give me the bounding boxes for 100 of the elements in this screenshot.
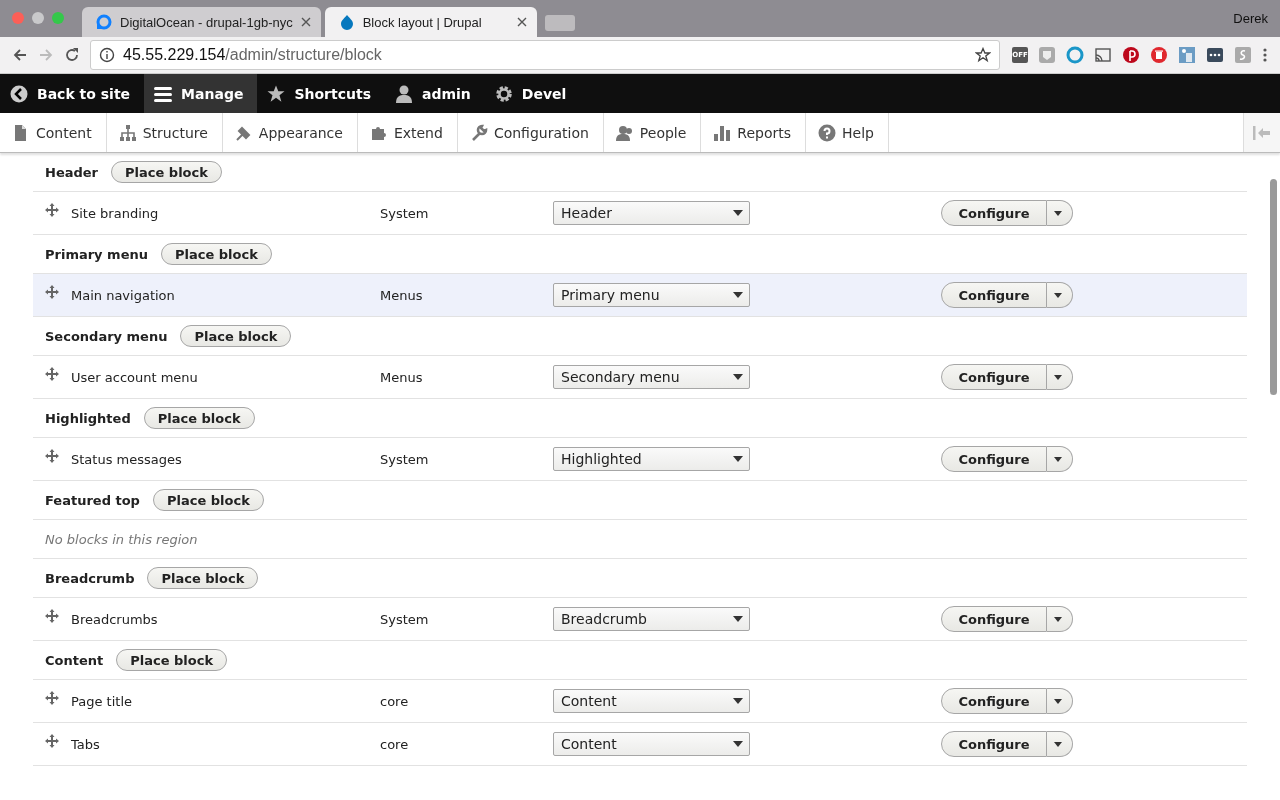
close-icon[interactable]	[516, 17, 527, 27]
dropdown-toggle-button[interactable]	[1047, 282, 1073, 308]
region-title: Content	[45, 652, 104, 668]
tray-item[interactable]: People	[603, 113, 702, 152]
dropdown-toggle-button[interactable]	[1047, 364, 1073, 390]
url-path: /admin/structure/block	[225, 46, 382, 64]
caret-icon	[1054, 741, 1062, 747]
region-select[interactable]: Secondary menu	[553, 365, 750, 389]
drag-handle-icon[interactable]	[45, 449, 59, 463]
region-select[interactable]: Primary menu	[553, 283, 750, 307]
configure-button[interactable]: Configure	[941, 200, 1047, 226]
address-field[interactable]: 45.55.229.154/admin/structure/block	[90, 40, 1000, 70]
star-icon[interactable]	[975, 47, 991, 63]
dropdown-toggle-button[interactable]	[1047, 606, 1073, 632]
configure-button[interactable]: Configure	[941, 446, 1047, 472]
tray-item[interactable]: Appearance	[222, 113, 358, 152]
block-name: Main navigation	[71, 287, 175, 303]
region-select[interactable]: Content	[553, 689, 750, 713]
url-host: 45.55.229.154	[123, 46, 226, 64]
toolbar-tab[interactable]: Manage	[144, 74, 258, 113]
dropdown-toggle-button[interactable]	[1047, 688, 1073, 714]
tab-title: Block layout | Drupal	[362, 14, 483, 30]
drag-handle-icon[interactable]	[45, 734, 59, 748]
collapse-icon	[1253, 125, 1271, 140]
block-name: Site branding	[71, 205, 159, 221]
place-block-button[interactable]: Place block	[161, 243, 272, 265]
dropdown-toggle-button[interactable]	[1047, 446, 1073, 472]
extension-icon[interactable]	[1150, 46, 1168, 64]
extension-icon[interactable]	[1122, 46, 1140, 64]
toolbar-tab[interactable]: Shortcuts	[257, 74, 385, 113]
window-control-icon	[12, 11, 24, 24]
info-icon	[99, 47, 115, 63]
configure-button[interactable]: Configure	[941, 731, 1047, 757]
extension-icon[interactable]	[1094, 46, 1112, 64]
block-category: System	[380, 611, 429, 627]
drag-handle-icon[interactable]	[45, 367, 59, 381]
caret-icon	[1054, 616, 1062, 622]
region-select[interactable]: Highlighted	[553, 447, 750, 471]
place-block-button[interactable]: Place block	[111, 161, 222, 183]
drag-handle-icon[interactable]	[45, 691, 59, 705]
toolbar-tab[interactable]: Back to site	[0, 74, 145, 113]
block-category: core	[380, 736, 409, 752]
region-select[interactable]: Content	[553, 732, 750, 756]
block-name: User account menu	[71, 369, 198, 385]
tray-item[interactable]: Configuration	[457, 113, 604, 152]
region-select[interactable]: Header	[553, 201, 750, 225]
place-block-button[interactable]: Place block	[180, 325, 292, 347]
bar-chart-icon	[713, 123, 732, 142]
help-icon	[818, 123, 837, 142]
window-control-icon	[52, 11, 64, 24]
configure-button[interactable]: Configure	[941, 606, 1047, 632]
scrollbar-thumb[interactable]	[1270, 179, 1277, 395]
extension-icon[interactable]	[1206, 46, 1224, 64]
tray-item[interactable]: Content	[0, 113, 107, 152]
tray-item[interactable]: Reports	[701, 113, 807, 152]
place-block-button[interactable]: Place block	[116, 649, 228, 671]
caret-icon	[1054, 374, 1062, 380]
drag-handle-icon[interactable]	[45, 285, 59, 299]
tray-item[interactable]: Extend	[357, 113, 458, 152]
place-block-button[interactable]: Place block	[143, 407, 255, 429]
drag-handle-icon[interactable]	[45, 609, 59, 623]
menu-icon	[154, 84, 173, 103]
region-title: Secondary menu	[45, 328, 168, 344]
block-category: Menus	[380, 287, 423, 303]
dropdown-toggle-button[interactable]	[1047, 731, 1073, 757]
drag-handle-icon[interactable]	[45, 203, 59, 217]
region-select[interactable]: Breadcrumb	[553, 607, 750, 631]
drop-logo-icon	[338, 14, 355, 30]
block-name: Tabs	[71, 736, 100, 752]
toolbar-tab[interactable]: Devel	[484, 74, 581, 113]
window-control-icon	[32, 11, 44, 24]
place-block-button[interactable]: Place block	[152, 489, 264, 511]
browser-tab[interactable]: Block layout | Drupal	[324, 7, 537, 37]
browser-tab[interactable]: DigitalOcean - drupal-1gb-nyc	[82, 7, 321, 37]
settings-icon	[494, 84, 513, 103]
configure-button[interactable]: Configure	[941, 282, 1047, 308]
region-title: Primary menu	[45, 246, 148, 262]
caret-icon	[733, 292, 743, 298]
back-icon[interactable]	[12, 47, 28, 63]
toolbar-tab[interactable]: admin	[385, 74, 485, 113]
caret-icon	[1054, 210, 1062, 216]
reload-icon[interactable]	[64, 47, 80, 63]
caret-icon	[733, 616, 743, 622]
region-title: Header	[45, 164, 98, 180]
block-category: System	[380, 205, 429, 221]
caret-icon	[733, 374, 743, 380]
more-menu-icon[interactable]	[1262, 47, 1268, 63]
configure-button[interactable]: Configure	[941, 364, 1047, 390]
place-block-button[interactable]: Place block	[147, 567, 259, 589]
block-category: Menus	[380, 369, 423, 385]
block-category: System	[380, 451, 429, 467]
close-icon[interactable]	[300, 17, 311, 27]
tray-item[interactable]: Help	[806, 113, 889, 152]
sitemap-icon	[118, 123, 137, 142]
tray-item[interactable]: Structure	[106, 113, 223, 152]
profile-name[interactable]: Derek	[1233, 11, 1268, 26]
configure-button[interactable]: Configure	[941, 688, 1047, 714]
dropdown-toggle-button[interactable]	[1047, 200, 1073, 226]
caret-icon	[733, 456, 743, 462]
region-title: Featured top	[45, 492, 140, 508]
